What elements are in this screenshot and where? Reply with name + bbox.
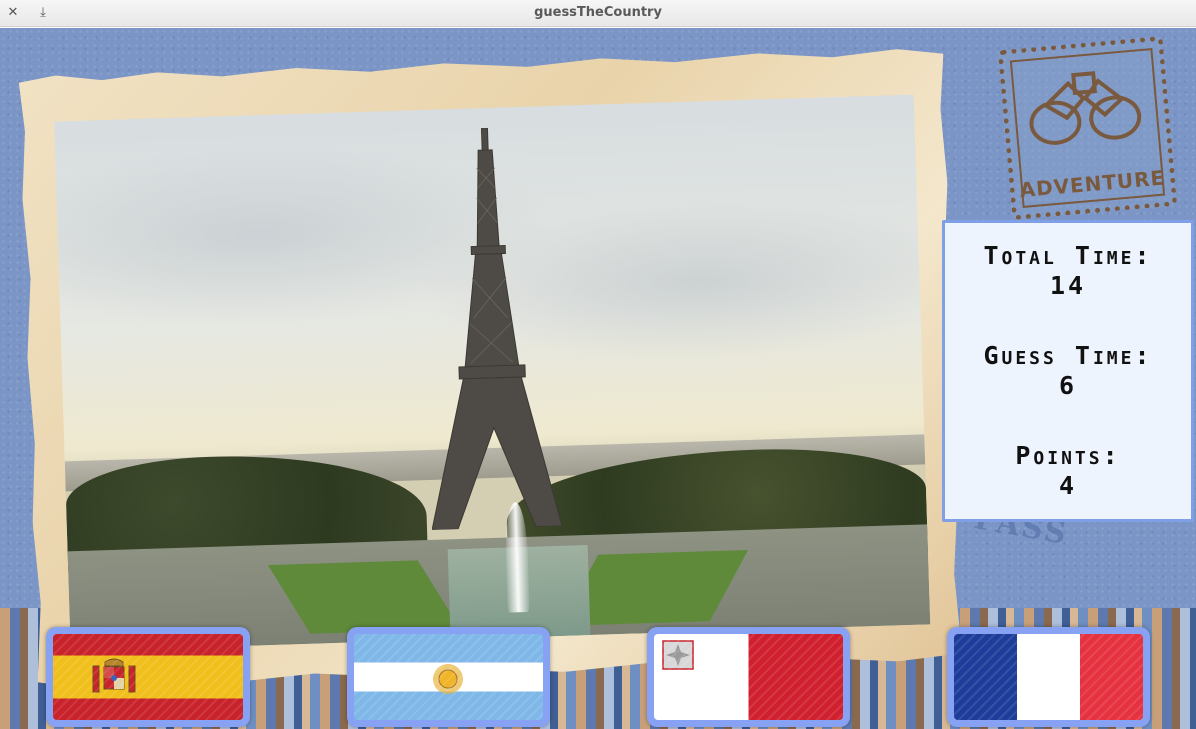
flag-button-argentina[interactable] xyxy=(347,627,550,727)
adventure-stamp: ADVENTURE xyxy=(997,36,1178,220)
spain-coat-of-arms-icon xyxy=(92,658,136,693)
george-cross-icon xyxy=(662,640,694,670)
points-stat: Points: 4 xyxy=(945,441,1191,501)
guess-time-stat: Guess Time: 6 xyxy=(945,341,1191,401)
landmark-photo-card xyxy=(19,48,963,689)
flag-button-spain[interactable] xyxy=(46,627,250,727)
guess-time-value: 6 xyxy=(1058,371,1078,400)
window-title: guessTheCountry xyxy=(534,5,662,20)
france-flag-icon xyxy=(954,634,1143,720)
flag-button-malta[interactable] xyxy=(647,627,850,727)
argentina-flag-icon xyxy=(354,634,543,720)
score-panel: Total Time: 14 Guess Time: 6 Points: 4 xyxy=(942,220,1194,522)
points-value: 4 xyxy=(1058,471,1078,500)
points-label: Points: xyxy=(1015,441,1121,470)
guess-time-label: Guess Time: xyxy=(983,341,1153,370)
total-time-value: 14 xyxy=(1049,271,1087,300)
total-time-stat: Total Time: 14 xyxy=(945,241,1191,301)
total-time-label: Total Time: xyxy=(983,241,1153,270)
spain-flag-icon xyxy=(53,634,243,720)
eiffel-tower xyxy=(419,126,562,530)
window-titlebar: ✕ ⤓ guessTheCountry xyxy=(0,0,1196,27)
binoculars-icon xyxy=(1029,71,1142,145)
landmark-photo xyxy=(54,95,930,652)
malta-flag-icon xyxy=(654,634,843,720)
flag-button-france[interactable] xyxy=(947,627,1150,727)
game-canvas: PASS ADVENTURE Total Time: 14 Guess Time… xyxy=(0,28,1196,729)
argentina-sun-icon xyxy=(433,664,463,694)
